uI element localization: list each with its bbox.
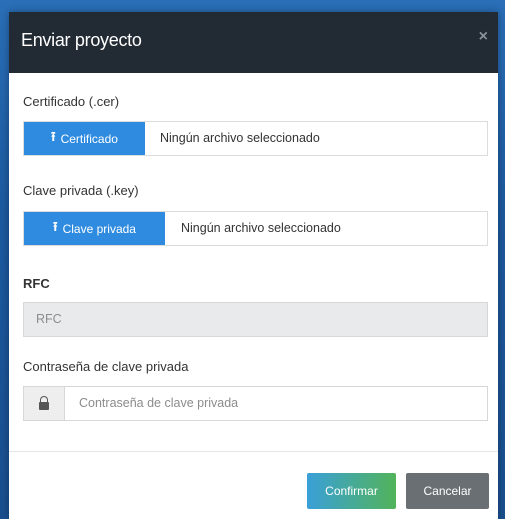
modal-title: Enviar proyecto bbox=[21, 30, 142, 50]
password-placeholder: Contraseña de clave privada bbox=[79, 396, 239, 410]
modal-header: Enviar proyecto × bbox=[9, 12, 498, 73]
private-key-file-status: Ningún archivo seleccionado bbox=[181, 221, 341, 235]
upload-icon: ⭱ bbox=[53, 218, 58, 234]
private-key-file-input[interactable]: ⭱ Clave privada Ningún archivo seleccion… bbox=[23, 211, 488, 246]
private-key-label: Clave privada (.key) bbox=[23, 183, 139, 198]
close-icon[interactable]: × bbox=[479, 28, 488, 46]
upload-icon: ⭱ bbox=[51, 128, 56, 144]
password-addon bbox=[24, 387, 65, 420]
lock-icon bbox=[39, 395, 49, 410]
send-project-modal: Enviar proyecto × Certificado (.cer) ⭱ C… bbox=[9, 12, 498, 519]
private-key-button[interactable]: ⭱ Clave privada bbox=[24, 212, 165, 245]
certificate-label: Certificado (.cer) bbox=[23, 94, 120, 109]
password-label: Contraseña de clave privada bbox=[23, 359, 189, 374]
password-field[interactable]: Contraseña de clave privada bbox=[23, 386, 488, 421]
rfc-label: RFC bbox=[23, 276, 50, 291]
certificate-file-status: Ningún archivo seleccionado bbox=[160, 131, 320, 145]
confirm-button[interactable]: Confirmar bbox=[307, 473, 396, 509]
certificate-button[interactable]: ⭱ Certificado bbox=[24, 122, 145, 155]
footer-divider bbox=[9, 451, 498, 452]
certificate-file-input[interactable]: ⭱ Certificado Ningún archivo seleccionad… bbox=[23, 121, 488, 156]
certificate-button-label: Certificado bbox=[60, 131, 118, 146]
rfc-input[interactable]: RFC bbox=[23, 302, 488, 337]
private-key-button-label: Clave privada bbox=[62, 221, 136, 236]
cancel-button[interactable]: Cancelar bbox=[406, 473, 489, 509]
